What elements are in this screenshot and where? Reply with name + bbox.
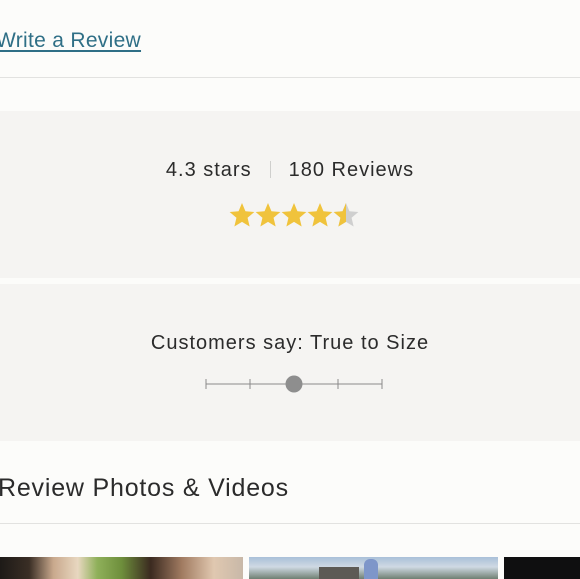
- review-media-heading: Review Photos & Videos: [0, 474, 289, 502]
- rating-summary-line: 4.3 stars 180 Reviews: [0, 159, 580, 182]
- star-icon: [229, 203, 255, 227]
- separator: [269, 161, 271, 178]
- star-icon: [307, 203, 333, 227]
- reviews-section: Write a Review 4.3 stars 180 Reviews Cust…: [0, 0, 580, 579]
- divider: [0, 77, 580, 78]
- fit-summary-panel: Customers say: True to Size: [0, 284, 580, 441]
- photo-detail: [319, 567, 359, 579]
- review-media-strip: [0, 557, 580, 579]
- fit-marker: [285, 375, 303, 393]
- fit-label: Customers say: True to Size: [150, 332, 430, 354]
- photo-detail: [364, 559, 378, 579]
- review-photo-thumbnail[interactable]: [0, 557, 243, 579]
- star-icon: [281, 203, 307, 227]
- star-icon: [255, 203, 281, 227]
- rating-summary-panel: 4.3 stars 180 Reviews: [0, 111, 580, 278]
- rating-text: 4.3 stars: [165, 159, 252, 181]
- review-photo-thumbnail[interactable]: [249, 557, 498, 579]
- fit-scale: [205, 375, 383, 393]
- divider: [0, 523, 580, 524]
- star-rating: [229, 203, 359, 227]
- write-review-link[interactable]: Write a Review: [0, 29, 141, 53]
- review-count[interactable]: 180 Reviews: [289, 159, 415, 181]
- review-video-thumbnail[interactable]: [504, 557, 580, 579]
